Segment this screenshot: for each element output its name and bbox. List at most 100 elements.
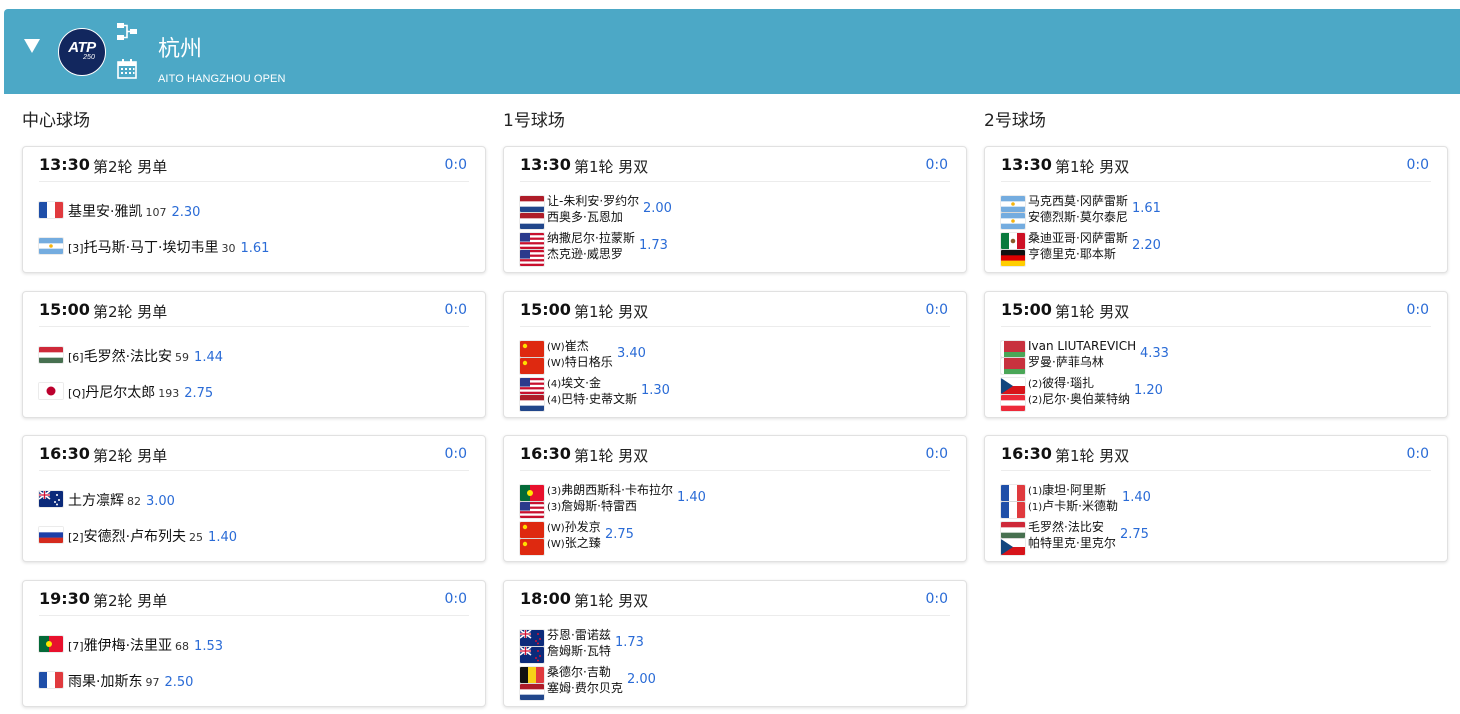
player-seed: (4): [547, 378, 562, 390]
player-odds: 1.61: [240, 241, 270, 256]
player-name: 桑迪亚哥·冈萨雷斯: [1028, 231, 1128, 245]
flag-cz-icon: [1001, 377, 1025, 394]
match-card[interactable]: 15:00 第1轮 男双 0:0 (W)崔杰 (W)特日格乐 3.40 (4)埃文·金 (4)…: [503, 290, 967, 418]
match-card[interactable]: 13:30 第1轮 男双 0:0 让-朱利安·罗约尔 西奥多·瓦恩加 2.00 纳撒尼尔·拉…: [503, 146, 967, 273]
player-seed: (W): [547, 523, 565, 534]
team-row[interactable]: (2)彼得·瑙扎 (2)尼尔·奥伯莱特纳 1.20: [1001, 375, 1431, 411]
team-row[interactable]: (4)埃文·金 (4)巴特·史蒂文斯 1.30: [520, 376, 950, 411]
team-names: Ivan LIUTAREVICH 罗曼·萨菲乌林: [1028, 339, 1136, 371]
player-odds: 2.30: [171, 205, 201, 220]
player-rank: 107: [145, 206, 167, 219]
match-time: 15:00: [1001, 299, 1052, 319]
flag-mx-icon: [1001, 233, 1025, 249]
player-name: 张之臻: [564, 536, 601, 550]
team-names: (W)崔杰 (W)特日格乐: [547, 339, 613, 371]
team-names: 桑迪亚哥·冈萨雷斯 亨德里克·耶本斯: [1028, 231, 1128, 263]
team-odds: 1.30: [641, 382, 670, 398]
team-row[interactable]: (W)孙发京 (W)张之臻 2.75: [520, 520, 950, 555]
match-header: 13:30 第2轮 男单 0:0: [39, 147, 469, 182]
player-name: 亨德里克·耶本斯: [1028, 247, 1116, 261]
match-card[interactable]: 16:30 第1轮 男双 0:0 (3)弗朗西斯科·卡布拉尔 (3)詹姆斯·特雷西 1.4…: [503, 435, 967, 562]
team-odds: 1.73: [639, 238, 668, 253]
match-card[interactable]: 15:00 第1轮 男双 0:0 Ivan LIUTAREVICH 罗曼·萨菲乌林 4.3…: [984, 290, 1448, 418]
team-player: 帕特里克·里克尔: [1028, 536, 1116, 552]
draw-bracket-icon[interactable]: [116, 21, 138, 43]
flag-nl-icon: [520, 394, 544, 411]
match-time: 13:30: [39, 155, 90, 174]
match-card[interactable]: 18:00 第1轮 男双 0:0 芬恩·雷诺兹 詹姆斯·瓦特 1.73 桑德尔·吉勒 塞姆·费…: [503, 579, 967, 707]
player-seed: (W): [547, 341, 565, 353]
flag-nz-icon: [520, 646, 544, 663]
team-player: 纳撒尼尔·拉蒙斯: [547, 231, 635, 247]
flag-hu-icon: [1001, 522, 1025, 538]
player-rank: 82: [127, 495, 141, 508]
collapse-caret-icon[interactable]: [24, 39, 40, 53]
player-name: 彼得·瑙扎: [1042, 375, 1094, 390]
match-score: 0:0: [1406, 301, 1429, 318]
player-name: 杰克逊·威思罗: [547, 247, 623, 261]
team-row[interactable]: 桑德尔·吉勒 塞姆·费尔贝克 2.00: [520, 665, 950, 700]
player-name: 雨果·加斯东: [68, 673, 143, 690]
player-info: [Q]丹尼尔太郎 193 2.75: [68, 382, 213, 402]
player-name: 康坦·阿里斯: [1042, 483, 1106, 497]
player-seed: (4): [547, 394, 562, 406]
player-name: 毛罗然·法比安: [1028, 520, 1104, 534]
court-title: 2号球场: [984, 111, 1046, 131]
team-row[interactable]: 马克西莫·冈萨雷斯 安德烈斯·莫尔泰尼 1.61: [1001, 194, 1431, 229]
flag-nz-icon: [520, 629, 544, 646]
match-score: 0:0: [925, 446, 948, 462]
team-names: 让-朱利安·罗约尔 西奥多·瓦恩加: [547, 194, 639, 226]
team-player: 詹姆斯·瓦特: [547, 644, 611, 660]
player-name: 托马斯·马丁·埃切韦里: [83, 240, 219, 256]
match-time: 13:30: [520, 155, 571, 174]
flag-de-icon: [1001, 250, 1025, 266]
match-header: 13:30 第1轮 男双 0:0: [1001, 147, 1431, 182]
match-card[interactable]: 15:00 第2轮 男单 0:0 [6]毛罗然·法比安 59 1.44 [Q]丹尼尔太郎 19…: [22, 290, 486, 418]
team-player: (W)张之臻: [547, 536, 601, 552]
player-name: 塞姆·费尔贝克: [547, 680, 623, 695]
flag-fr-icon: [1001, 485, 1025, 501]
player-name: 崔杰: [564, 338, 589, 353]
match-card[interactable]: 16:30 第2轮 男单 0:0 土方凛辉 82 3.00 [2]安德烈·卢布列夫 25 1.4…: [22, 435, 486, 562]
team-row[interactable]: Ivan LIUTAREVICH 罗曼·萨菲乌林 4.33: [1001, 339, 1431, 374]
player-rank: 97: [145, 675, 160, 689]
team-row[interactable]: 桑迪亚哥·冈萨雷斯 亨德里克·耶本斯 2.20: [1001, 231, 1431, 266]
match-round: 第2轮 男单: [93, 302, 168, 321]
match-card[interactable]: 13:30 第2轮 男单 0:0 基里安·雅凯 107 2.30 [3]托马斯·马丁·埃切韦…: [22, 146, 486, 273]
team-row[interactable]: 芬恩·雷诺兹 詹姆斯·瓦特 1.73: [520, 628, 950, 663]
team-odds: 3.40: [617, 345, 646, 361]
team-row[interactable]: 让-朱利安·罗约尔 西奥多·瓦恩加 2.00: [520, 194, 950, 229]
player-odds: 1.40: [208, 530, 237, 545]
team-row[interactable]: (3)弗朗西斯科·卡布拉尔 (3)詹姆斯·特雷西 1.40: [520, 483, 950, 518]
player-seed: (2): [1028, 394, 1043, 406]
flag-cz-icon: [1001, 539, 1025, 555]
team-player: (W)崔杰: [547, 339, 613, 355]
match-card[interactable]: 13:30 第1轮 男双 0:0 马克西莫·冈萨雷斯 安德烈斯·莫尔泰尼 1.61 桑迪亚哥…: [984, 146, 1448, 273]
player-seed: [7]: [68, 639, 84, 653]
match-card[interactable]: 19:30 第2轮 男单 0:0 [7]雅伊梅·法里亚 68 1.53 雨果·加斯东 97 2.…: [22, 579, 486, 707]
team-names: 桑德尔·吉勒 塞姆·费尔贝克: [547, 665, 623, 697]
team-row[interactable]: (W)崔杰 (W)特日格乐 3.40: [520, 339, 950, 374]
player-seed: (3): [547, 502, 562, 513]
player-seed: (1): [1028, 502, 1043, 513]
team-names: 毛罗然·法比安 帕特里克·里克尔: [1028, 520, 1116, 552]
team-player: (4)巴特·史蒂文斯: [547, 392, 637, 408]
team-row[interactable]: (1)康坦·阿里斯 (1)卢卡斯·米德勒 1.40: [1001, 483, 1431, 518]
match-round: 第1轮 男双: [574, 591, 649, 610]
match-header: 18:00 第1轮 男双 0:0: [520, 581, 950, 616]
player-seed: [2]: [68, 531, 84, 544]
flag-au-icon: [39, 491, 63, 507]
team-row[interactable]: 毛罗然·法比安 帕特里克·里克尔 2.75: [1001, 520, 1431, 555]
flag-ar-icon: [1001, 213, 1025, 229]
player-name: 孙发京: [564, 520, 601, 534]
match-score: 0:0: [1406, 157, 1429, 173]
flag-us-icon: [520, 250, 544, 266]
tournament-header: ATP 250 杭州 AITO HANGZHOU OPEN: [4, 9, 1460, 94]
match-round: 第2轮 男单: [93, 447, 168, 465]
match-card[interactable]: 16:30 第1轮 男双 0:0 (1)康坦·阿里斯 (1)卢卡斯·米德勒 1.40 毛罗然…: [984, 435, 1448, 562]
match-header: 13:30 第1轮 男双 0:0: [520, 147, 950, 182]
calendar-icon[interactable]: [116, 58, 138, 80]
team-row[interactable]: 纳撒尼尔·拉蒙斯 杰克逊·威思罗 1.73: [520, 231, 950, 266]
team-player: (2)尼尔·奥伯莱特纳: [1028, 392, 1130, 408]
flag-nl-icon: [520, 213, 544, 229]
